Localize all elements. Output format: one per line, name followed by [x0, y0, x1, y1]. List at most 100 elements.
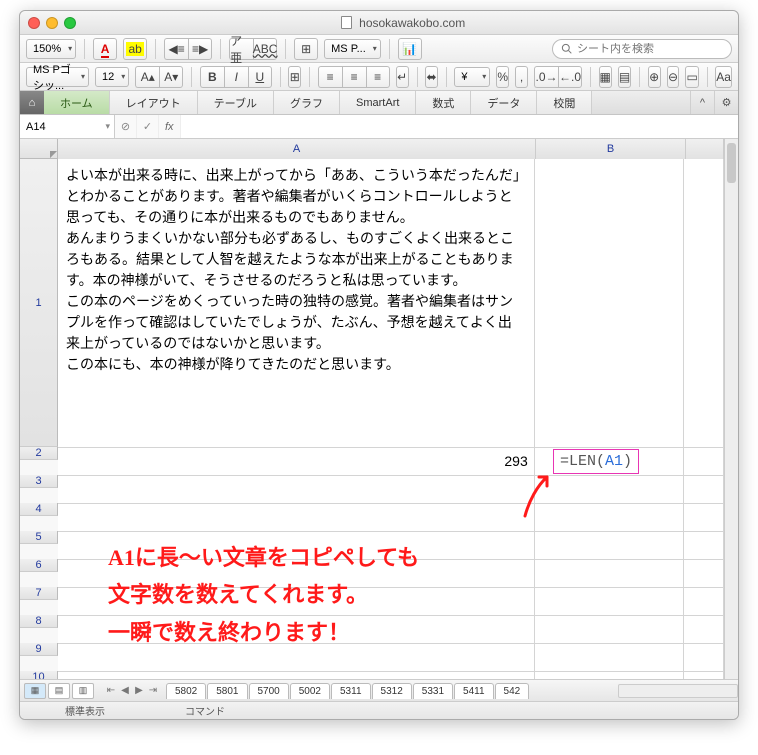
cell-a1[interactable]: よい本が出来る時に、出来上がってから「ああ、こういう本だったんだ」とわかることが…	[58, 159, 534, 447]
view-pagelayout-button[interactable]: ▤	[48, 683, 70, 699]
tab-smartart[interactable]: SmartArt	[340, 91, 416, 114]
themes-button[interactable]: Aa	[715, 66, 732, 88]
font-color-button[interactable]: A	[93, 38, 117, 60]
name-box[interactable]: A14	[20, 115, 115, 138]
wrap-text-button[interactable]: ↵	[396, 66, 409, 88]
font-preset-dropdown[interactable]: MS P...	[324, 39, 381, 59]
sheet-tab[interactable]: 5801	[207, 683, 247, 699]
cell-b10[interactable]	[534, 671, 683, 679]
ribbon-expand-button[interactable]: ^	[690, 91, 714, 114]
cell-b1[interactable]	[534, 159, 683, 447]
minimize-button[interactable]	[46, 17, 58, 29]
tab-layout[interactable]: レイアウト	[110, 91, 198, 114]
row-header-2[interactable]: 2	[20, 447, 58, 460]
increase-decimal-button[interactable]: .0→	[534, 66, 558, 88]
grid-toggle-button[interactable]: ⊞	[294, 38, 318, 60]
merge-button[interactable]: ⬌	[425, 66, 438, 88]
sheet-tab[interactable]: 5331	[413, 683, 453, 699]
format-button[interactable]: ▭	[685, 66, 698, 88]
window-controls	[28, 17, 76, 29]
align-center-button[interactable]: ≡	[342, 66, 366, 88]
sheet-prev-button[interactable]: ◀	[118, 685, 132, 696]
column-header-a[interactable]: A	[58, 139, 536, 159]
home-icon[interactable]: ⌂	[20, 91, 44, 114]
sheet-search[interactable]	[552, 39, 732, 59]
accept-formula-button[interactable]: ✓	[137, 115, 159, 138]
italic-button[interactable]: I	[224, 66, 248, 88]
column-header-b[interactable]: B	[536, 139, 686, 159]
row-header-4[interactable]: 4	[20, 503, 58, 516]
decrease-font-button[interactable]: A▾	[159, 66, 183, 88]
conditional-format-button[interactable]: ▦	[599, 66, 612, 88]
text-tools-group: ア亜 ABC	[229, 38, 277, 60]
search-input[interactable]	[577, 43, 723, 55]
fx-label[interactable]: fx	[159, 121, 180, 133]
view-pagebreak-button[interactable]: ▥	[72, 683, 94, 699]
align-left-button[interactable]: ≡	[318, 66, 342, 88]
increase-indent-button[interactable]: ≡▶	[188, 38, 212, 60]
borders-button[interactable]: ⊞	[288, 66, 301, 88]
zoom-button[interactable]	[64, 17, 76, 29]
cancel-formula-button[interactable]: ⊘	[115, 115, 137, 138]
row-header-8[interactable]: 8	[20, 615, 58, 628]
sheet-tab[interactable]: 5411	[454, 683, 494, 699]
row-header-1[interactable]: 1	[20, 159, 58, 447]
tab-review[interactable]: 校閲	[537, 91, 592, 114]
tab-data[interactable]: データ	[471, 91, 537, 114]
formula-bar[interactable]	[180, 115, 738, 138]
cell-a3[interactable]	[58, 475, 534, 503]
ribbon-settings-button[interactable]: ⚙	[714, 91, 738, 114]
underline-button[interactable]: U	[248, 66, 272, 88]
comma-button[interactable]: ,	[515, 66, 528, 88]
cell-a10[interactable]	[58, 671, 534, 679]
sheet-last-button[interactable]: ⇥	[146, 685, 160, 696]
chart-button[interactable]: 📊	[398, 38, 422, 60]
decrease-decimal-button[interactable]: ←.0	[558, 66, 582, 88]
insert-button[interactable]: ⊕	[648, 66, 661, 88]
font-name-dropdown[interactable]: MS Pゴシッ...	[26, 67, 89, 87]
cell-a2[interactable]: 293	[58, 447, 534, 475]
row-header-6[interactable]: 6	[20, 559, 58, 572]
cell-b9[interactable]	[534, 643, 683, 671]
row-header-7[interactable]: 7	[20, 587, 58, 600]
sheet-tab[interactable]: 542	[495, 683, 530, 699]
tab-formulas[interactable]: 数式	[416, 91, 471, 114]
delete-button[interactable]: ⊖	[667, 66, 680, 88]
decrease-indent-button[interactable]: ◀≡	[164, 38, 188, 60]
table-style-button[interactable]: ▤	[618, 66, 631, 88]
phonetic-button[interactable]: ア亜	[229, 38, 253, 60]
row-header-3[interactable]: 3	[20, 475, 58, 488]
font-size-dropdown[interactable]: 12	[95, 67, 129, 87]
row-header-5[interactable]: 5	[20, 531, 58, 544]
close-button[interactable]	[28, 17, 40, 29]
horizontal-scrollbar[interactable]	[618, 684, 738, 698]
tab-charts[interactable]: グラフ	[274, 91, 340, 114]
cell-a4[interactable]	[58, 503, 534, 531]
sheet-next-button[interactable]: ▶	[132, 685, 146, 696]
spell-button[interactable]: ABC	[253, 38, 277, 60]
tab-home[interactable]: ホーム	[44, 91, 110, 114]
increase-font-button[interactable]: A▴	[135, 66, 159, 88]
sheet-tab[interactable]: 5700	[249, 683, 289, 699]
row-header-9[interactable]: 9	[20, 643, 58, 656]
vertical-scrollbar[interactable]	[724, 139, 738, 679]
sheet-first-button[interactable]: ⇤	[104, 685, 118, 696]
view-normal-button[interactable]: ▦	[24, 683, 46, 699]
cell-b6[interactable]	[534, 559, 683, 587]
select-all-corner[interactable]	[20, 139, 58, 159]
sheet-tab[interactable]: 5802	[166, 683, 206, 699]
cell-b8[interactable]	[534, 615, 683, 643]
align-right-button[interactable]: ≡	[366, 66, 390, 88]
cell-b5[interactable]	[534, 531, 683, 559]
percent-button[interactable]: %	[496, 66, 509, 88]
fill-color-button[interactable]: ab	[123, 38, 147, 60]
sheet-tab[interactable]: 5002	[290, 683, 330, 699]
tab-tables[interactable]: テーブル	[198, 91, 274, 114]
zoom-dropdown[interactable]: 150%	[26, 39, 76, 59]
cell-b7[interactable]	[534, 587, 683, 615]
bold-button[interactable]: B	[200, 66, 224, 88]
sheet-tab[interactable]: 5311	[331, 683, 371, 699]
number-format-dropdown[interactable]: ¥	[454, 67, 490, 87]
row-header-10[interactable]: 10	[20, 671, 58, 679]
sheet-tab[interactable]: 5312	[372, 683, 412, 699]
